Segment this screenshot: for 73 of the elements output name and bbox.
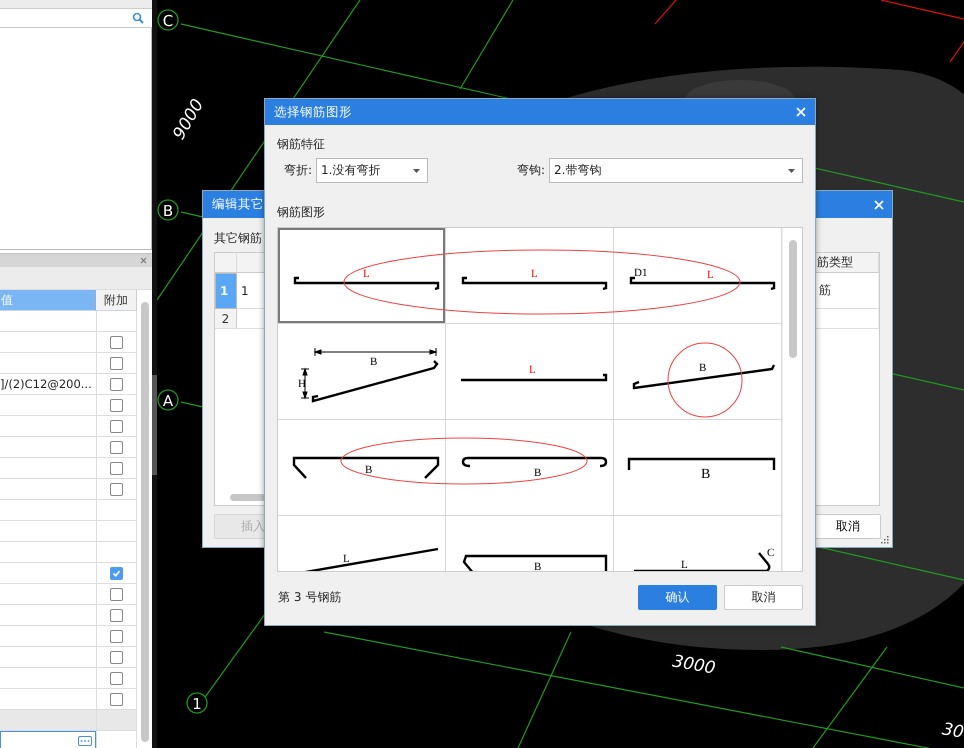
status-text: 第 3 号钢筋 <box>277 589 342 606</box>
shape-option[interactable]: B <box>446 516 614 571</box>
shape-option[interactable]: B <box>278 420 446 516</box>
dimension-label: C <box>767 547 774 559</box>
shape-option[interactable]: L <box>446 324 614 420</box>
checkbox[interactable] <box>110 692 123 706</box>
column-header: 值 <box>0 290 96 311</box>
dialog-button[interactable]: 确认 <box>638 585 717 610</box>
dialog-title: 选择钢筋图形 <box>274 104 352 120</box>
dimension-label: B <box>365 464 372 476</box>
caret-icon <box>413 168 420 172</box>
boundary-line <box>950 42 964 62</box>
shape-option[interactable]: L <box>278 516 446 571</box>
checkbox[interactable] <box>110 672 123 684</box>
dimension-label: L <box>529 364 536 376</box>
axis-marker: C <box>157 9 179 31</box>
checkbox[interactable] <box>110 462 123 474</box>
field-label: 弯钩: <box>516 162 545 179</box>
checkbox[interactable] <box>110 630 123 642</box>
dropdown[interactable]: 2.带弯钩 <box>549 158 803 183</box>
row-header[interactable]: 2 <box>215 309 237 329</box>
caret-icon <box>788 168 795 172</box>
dimension-label: L <box>343 553 350 565</box>
dropdown[interactable]: 1.没有弯折 <box>316 158 428 183</box>
axis-marker: A <box>157 389 179 411</box>
dots-icon <box>80 739 90 743</box>
shape-option[interactable]: L <box>446 228 614 324</box>
checkbox[interactable] <box>110 566 123 580</box>
dimension-label: B <box>370 356 378 368</box>
section-label: 钢筋特征 <box>277 136 326 152</box>
check-icon <box>112 568 121 578</box>
scrollbar-thumb[interactable] <box>789 240 798 358</box>
column-header: 附加 <box>96 290 137 311</box>
dimension-label: B <box>701 467 710 482</box>
checkbox[interactable] <box>110 608 123 622</box>
dialog-button[interactable]: 取消 <box>724 585 803 610</box>
dimension-label: B <box>699 362 706 374</box>
checkbox[interactable] <box>110 336 123 348</box>
checkbox[interactable] <box>110 650 123 664</box>
dimension-label: L <box>681 559 688 571</box>
dimension-text: 3000 <box>670 651 717 679</box>
scrollbar-thumb[interactable] <box>141 302 149 742</box>
field-label: 弯折: <box>284 162 312 179</box>
section-label: 钢筋图形 <box>277 204 326 220</box>
dimension-label: H <box>298 378 306 390</box>
section-label: 其它钢筋 <box>214 231 263 246</box>
close-icon[interactable] <box>140 257 147 264</box>
dimension-label: B <box>534 467 542 479</box>
dimension-label: B <box>534 561 542 571</box>
input-field[interactable] <box>0 731 96 748</box>
shape-option[interactable]: B H <box>278 324 446 420</box>
splitter-handle[interactable] <box>152 375 157 475</box>
scrollbar-thumb[interactable] <box>230 494 266 501</box>
dimension-text: 30 <box>940 719 964 743</box>
resize-grip-icon[interactable] <box>881 536 889 544</box>
search-icon[interactable] <box>132 12 144 24</box>
dialog-title: 编辑其它 <box>212 196 264 213</box>
axis-marker: B <box>157 199 179 221</box>
checkbox[interactable] <box>110 356 123 370</box>
shape-option[interactable]: B <box>446 420 614 516</box>
column-header: 筋类型 <box>815 253 879 273</box>
more-button[interactable] <box>78 736 92 746</box>
shape-option[interactable]: L <box>278 228 446 324</box>
checkbox[interactable] <box>110 378 123 390</box>
checkbox[interactable] <box>110 398 123 412</box>
checkbox[interactable] <box>110 482 123 496</box>
dialog-button[interactable]: 取消 <box>815 514 881 539</box>
checkbox[interactable] <box>110 588 123 600</box>
checkbox[interactable] <box>110 420 123 432</box>
table-cell: ]/(2)C12@200... <box>0 374 96 395</box>
boundary-line <box>654 0 676 24</box>
checkbox[interactable] <box>110 440 123 454</box>
axis-marker: 1 <box>186 692 208 714</box>
